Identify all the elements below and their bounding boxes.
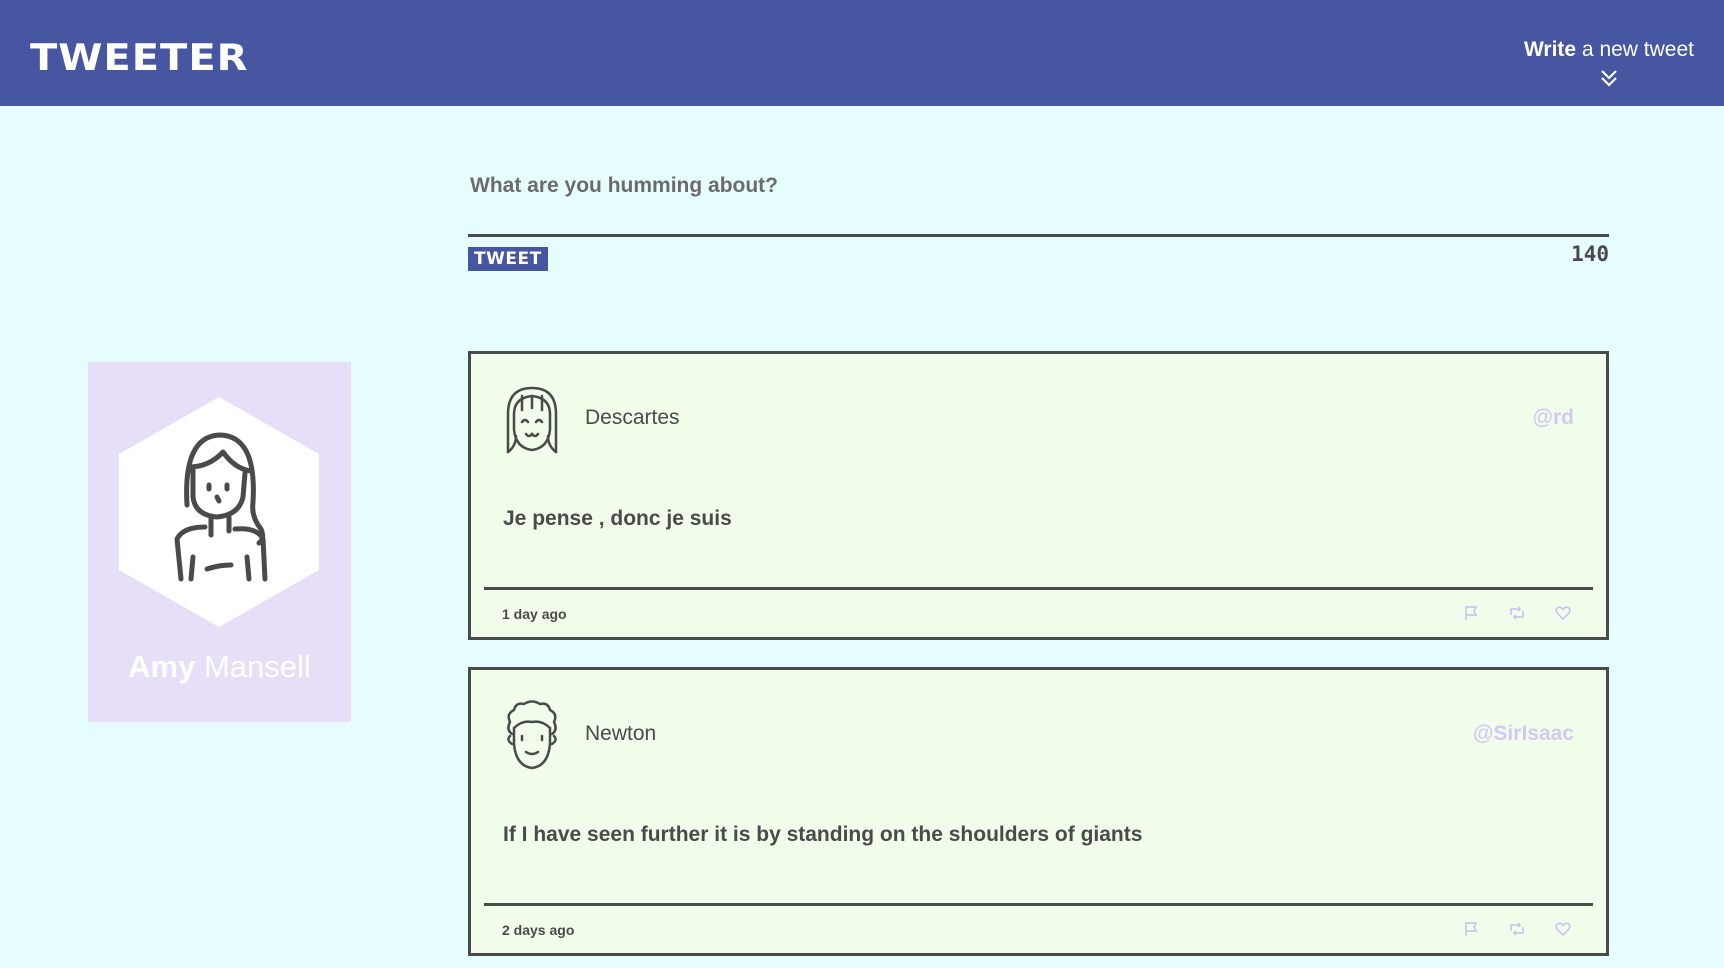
tweet-content: Je pense , donc je suis [503,507,732,530]
tweet-timestamp: 2 days ago [502,922,575,938]
tweet-author: Descartes [585,406,680,429]
heart-icon[interactable] [1555,921,1571,937]
tweet-card: Newton @SirIsaac If I have seen further … [468,667,1609,956]
char-counter: 140 [1571,242,1609,266]
tweet-submit-button[interactable]: TWEET [468,247,548,271]
tweet-actions [1463,605,1571,621]
heart-icon[interactable] [1555,605,1571,621]
brand-logo[interactable]: TWEETER [30,36,248,80]
double-chevron-down-icon[interactable] [1599,68,1619,88]
tweet-text-input[interactable] [468,160,1609,210]
tweet-divider [484,587,1593,590]
retweet-icon[interactable] [1509,605,1525,621]
woman-avatar-icon [119,397,319,627]
flag-icon[interactable] [1463,605,1479,621]
flag-icon[interactable] [1463,921,1479,937]
tweet-actions [1463,921,1571,937]
compose-toggle[interactable]: Write a new tweet [1524,36,1694,88]
tweet-handle: @rd [1532,406,1574,429]
tweet-handle: @SirIsaac [1472,722,1574,745]
profile-card: Amy Mansell [88,362,351,722]
new-tweet-form: TWEET 140 [468,160,1609,271]
tweet-card: Descartes @rd Je pense , donc je suis 1 … [468,351,1609,640]
compose-toggle-label[interactable]: Write a new tweet [1524,36,1694,64]
profile-name: Amy Mansell [128,649,311,684]
top-nav: TWEETER Write a new tweet [0,0,1724,106]
tweet-divider [484,903,1593,906]
bangs-face-avatar-icon [506,386,558,454]
tweet-timestamp: 1 day ago [502,606,567,622]
tweet-content: If I have seen further it is by standing… [503,823,1143,846]
curly-hair-avatar-icon [507,700,557,770]
tweet-author: Newton [585,722,657,745]
composer-divider [468,234,1609,237]
retweet-icon[interactable] [1509,921,1525,937]
